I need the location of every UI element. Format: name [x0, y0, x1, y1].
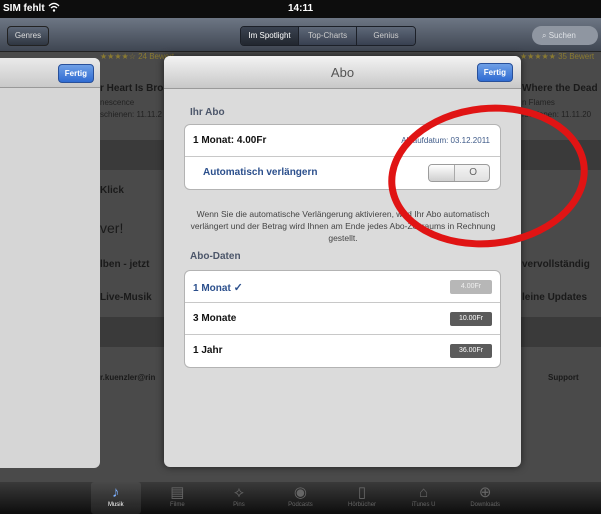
done-button[interactable]: Fertig — [476, 63, 513, 82]
tab-ping[interactable]: ⟡ Pins — [214, 482, 264, 514]
stars-icon: ★★★★☆ — [100, 52, 139, 61]
genres-button[interactable]: Genres — [7, 26, 49, 46]
download-icon: ⊕ — [478, 484, 492, 501]
background-lben: lben - jetzt — [100, 259, 150, 270]
background-live: Live-Musik — [100, 292, 152, 303]
checkmark-icon: ✓ — [233, 282, 243, 294]
plan-row-3-months[interactable]: 3 Monate 10.00Fr — [185, 303, 500, 335]
rating-right: ★★★★★ 35 Bewert — [520, 52, 595, 61]
plan-row-1-year[interactable]: 1 Jahr 36.00Fr — [185, 335, 500, 367]
background-vervoll: vervollständig — [522, 259, 590, 270]
segment-genius[interactable]: Genius — [357, 27, 415, 45]
store-nav-bar: Genres Im Spotlight Top-Charts Genius ⌕ … — [0, 18, 601, 52]
account-done-button[interactable]: Fertig — [57, 64, 94, 83]
tab-podcasts[interactable]: ◉ Podcasts — [275, 482, 325, 514]
sheet-header: Abo Fertig — [164, 56, 521, 89]
plan-price-button[interactable]: 36.00Fr — [450, 344, 492, 358]
rating-left: ★★★★☆ 24 Bewert — [100, 52, 175, 61]
plans-group: 1 Monat ✓ 4.00Fr 3 Monate 10.00Fr 1 Jahr… — [184, 270, 501, 368]
your-subscription-label: Ihr Abo — [190, 107, 225, 118]
auto-renew-label: Automatisch verlängern — [203, 167, 318, 178]
search-input[interactable]: ⌕ Suchen — [532, 26, 598, 45]
audiobook-icon: ▯ — [357, 484, 367, 501]
album-right-title: Where the Dead — [522, 83, 598, 94]
tab-bar: ♪ Musik ▤ Filme ⟡ Pins ◉ Podcasts ▯ Hörbücher… — [0, 482, 601, 514]
graduation-cap-icon: ⌂ — [419, 484, 429, 501]
album-left-artist: nescence — [100, 98, 135, 107]
status-bar: SIM fehlt 14:11 — [0, 0, 601, 18]
tab-music[interactable]: ♪ Musik — [90, 482, 141, 514]
search-icon: ⌕ — [542, 31, 549, 40]
album-left-title: r Heart Is Bro — [100, 83, 164, 94]
background-ver: ver! — [100, 220, 124, 236]
clock: 14:11 — [287, 3, 314, 14]
segment-spotlight[interactable]: Im Spotlight — [241, 27, 299, 45]
plan-name: 1 Monat ✓ — [193, 282, 243, 294]
current-plan: 1 Monat: 4.00Fr — [193, 135, 267, 146]
plan-row-1-month[interactable]: 1 Monat ✓ 4.00Fr — [185, 271, 500, 303]
tab-films[interactable]: ▤ Filme — [152, 482, 202, 514]
tab-audiobooks[interactable]: ▯ Hörbücher — [337, 482, 387, 514]
plan-price: 4.00Fr — [450, 280, 492, 294]
plan-name: 1 Jahr — [193, 345, 223, 356]
plans-label: Abo-Daten — [190, 251, 241, 262]
stars-icon: ★★★★★ — [520, 52, 559, 61]
tab-downloads[interactable]: ⊕ Downloads — [460, 482, 510, 514]
background-updates: leine Updates — [522, 292, 588, 303]
album-right-artist: n Flames — [522, 98, 555, 107]
store-segmented-control: Im Spotlight Top-Charts Genius — [240, 26, 416, 46]
sheet-title: Abo — [330, 65, 355, 80]
album-left-date: schienen: 11.11.2 — [100, 110, 162, 119]
music-note-icon: ♪ — [112, 484, 120, 501]
support-link[interactable]: Support — [548, 373, 579, 382]
tab-itunes-u[interactable]: ⌂ iTunes U — [399, 482, 449, 514]
account-sheet: Fertig — [0, 58, 100, 468]
film-icon: ▤ — [170, 484, 185, 501]
segment-top-charts[interactable]: Top-Charts — [299, 27, 357, 45]
plan-name: 3 Monate — [193, 313, 237, 324]
account-email: r.kuenzler@rin — [100, 373, 156, 382]
podcast-icon: ◉ — [293, 484, 308, 501]
ping-icon: ⟡ — [233, 484, 244, 501]
search-placeholder: Suchen — [548, 31, 576, 40]
background-klick: Klick — [100, 185, 124, 196]
plan-price-button[interactable]: 10.00Fr — [450, 312, 492, 326]
